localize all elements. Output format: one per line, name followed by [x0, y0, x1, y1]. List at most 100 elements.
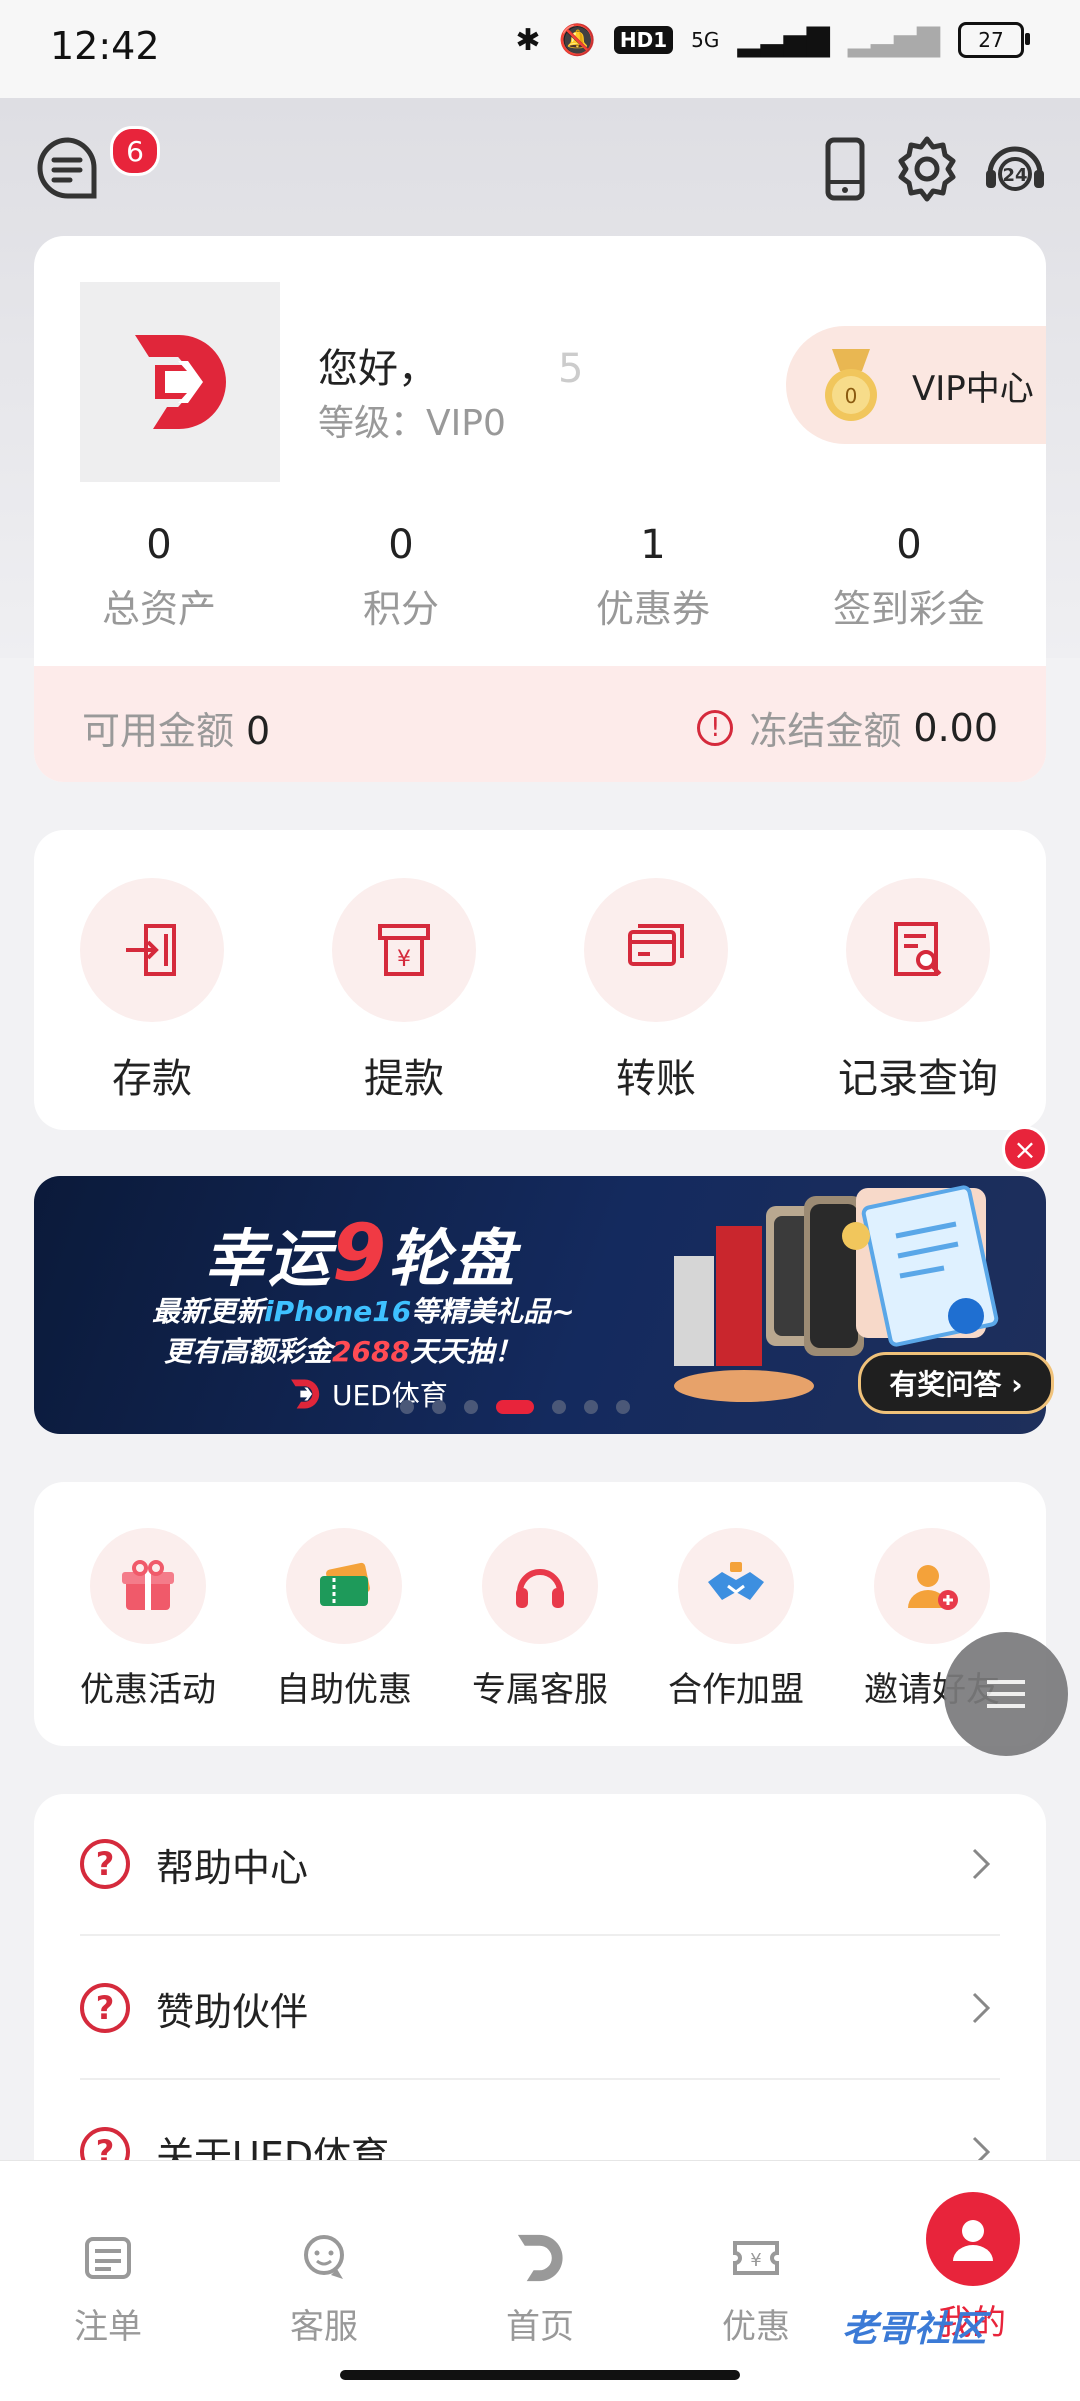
watermark: 老哥社区 — [842, 2309, 987, 2350]
settings-button[interactable] — [892, 134, 962, 204]
level-text: 等级：VIP0 — [318, 403, 506, 444]
user-icon[interactable] — [926, 2192, 1020, 2286]
avatar[interactable] — [80, 282, 280, 482]
stat-signin-bonus[interactable]: 0 签到彩金 — [804, 522, 1014, 633]
banner-title-b: 轮盘 — [388, 1222, 517, 1295]
network-label: 5G — [691, 28, 720, 52]
banner-line1-a: 最新更新 — [152, 1295, 265, 1328]
stat-label: 总资产 — [101, 587, 216, 631]
home-logo-icon — [517, 2234, 563, 2282]
question-icon: ? — [80, 1983, 130, 2033]
partnership-label: 合作加盟 — [668, 1670, 804, 1710]
tab-label: 注单 — [74, 2307, 142, 2347]
tab-promo[interactable]: ¥ 优惠 — [676, 2231, 836, 2348]
home-indicator[interactable] — [340, 2370, 740, 2380]
svg-text:¥: ¥ — [750, 2250, 761, 2271]
message-icon — [37, 137, 97, 199]
withdraw-icon: ¥ — [332, 878, 476, 1022]
banner-line2-b: 天天抽！ — [409, 1335, 522, 1368]
battery-icon: 27 — [958, 22, 1030, 58]
pagination-dot-active[interactable] — [496, 1400, 534, 1414]
bluetooth-icon: ✱ — [515, 22, 541, 58]
banner-title: 幸运9轮盘 — [204, 1208, 516, 1299]
phone-button[interactable] — [810, 134, 880, 204]
self-service-bonus-label: 自助优惠 — [276, 1670, 412, 1710]
exclusive-support-button[interactable]: 专属客服 — [452, 1528, 628, 1711]
banner-pagination — [400, 1400, 630, 1414]
banner-line1-highlight: iPhone16 — [264, 1295, 412, 1328]
menu-help-center[interactable]: ? 帮助中心 — [80, 1794, 1000, 1936]
status-icons: ✱ 🔕 HD1 5G ▂▃▅▇ ▂▃▅▇ 27 — [515, 22, 1030, 58]
deposit-button[interactable]: 存款 — [62, 878, 242, 1104]
stat-points[interactable]: 0 积分 — [306, 522, 496, 633]
tab-service[interactable]: 客服 — [244, 2231, 404, 2348]
promotions-label: 优惠活动 — [80, 1670, 216, 1710]
stat-label: 签到彩金 — [832, 587, 985, 631]
signal2-icon: ▂▃▅▇ — [847, 22, 940, 58]
pagination-dot[interactable] — [432, 1400, 446, 1414]
username-tail: 5 — [558, 346, 584, 392]
deposit-icon — [80, 878, 224, 1022]
transfer-button[interactable]: 转账 — [566, 878, 746, 1104]
ticket-icon — [286, 1528, 402, 1644]
svg-text:24: 24 — [1002, 165, 1027, 186]
transfer-label: 转账 — [616, 1056, 696, 1102]
banner-title-a: 幸运 — [204, 1222, 333, 1295]
ued-logo-small-icon — [291, 1379, 320, 1409]
handshake-icon — [678, 1528, 794, 1644]
status-bar: 12:42 ✱ 🔕 HD1 5G ▂▃▅▇ ▂▃▅▇ 27 — [0, 0, 1080, 98]
battery-level: 27 — [978, 28, 1004, 52]
tab-home[interactable]: 首页 — [460, 2231, 620, 2348]
messages-button[interactable]: 6 — [34, 126, 160, 202]
menu-sponsors[interactable]: ? 赞助伙伴 — [80, 1938, 1000, 2080]
partnership-button[interactable]: 合作加盟 — [648, 1528, 824, 1711]
pagination-dot[interactable] — [584, 1400, 598, 1414]
stat-label: 优惠券 — [595, 587, 710, 631]
greeting-label: 您好， — [318, 346, 438, 392]
profile-card: 您好， 5 等级：VIP0 0 VIP中心 0 总资产 0 积分 1 优惠券 0 … — [34, 236, 1046, 782]
tab-bets[interactable]: 注单 — [28, 2231, 188, 2348]
pagination-dot[interactable] — [464, 1400, 478, 1414]
stat-total-assets[interactable]: 0 总资产 — [64, 522, 254, 633]
quiz-button[interactable]: 有奖问答 › — [858, 1352, 1054, 1414]
question-icon: ? — [80, 1839, 130, 1889]
banner-title-nine: 9 — [332, 1209, 389, 1299]
chevron-right-icon — [972, 1992, 991, 2024]
wallet-actions-card: 存款 ¥ 提款 转账 记录查询 — [34, 830, 1046, 1130]
tab-label: 优惠 — [722, 2307, 790, 2347]
vip-center-button[interactable]: 0 VIP中心 — [786, 326, 1046, 444]
support-24-button[interactable]: 24 — [980, 134, 1050, 204]
close-quiz-button[interactable]: × — [1002, 1126, 1048, 1172]
self-service-bonus-button[interactable]: 自助优惠 — [256, 1528, 432, 1711]
menu-label: 帮助中心 — [156, 1845, 309, 1890]
tab-label: 首页 — [506, 2307, 574, 2347]
records-icon — [846, 878, 990, 1022]
service-icon — [304, 2235, 344, 2279]
promotions-button[interactable]: 优惠活动 — [60, 1528, 236, 1711]
greeting-text: 您好， 5 — [318, 336, 583, 394]
transfer-icon — [584, 878, 728, 1022]
info-icon: ! — [697, 709, 734, 746]
vip-medal-icon: 0 — [825, 349, 877, 421]
banner-line-1: 最新更新iPhone16等精美礼品~ — [152, 1290, 575, 1330]
hd-badge: HD1 — [613, 26, 674, 54]
ued-logo-icon — [135, 335, 226, 429]
menu-label: 赞助伙伴 — [156, 1989, 309, 2034]
stat-coupons[interactable]: 1 优惠券 — [558, 522, 748, 633]
pagination-dot[interactable] — [400, 1400, 414, 1414]
pagination-dot[interactable] — [552, 1400, 566, 1414]
top-toolbar: 6 24 — [0, 120, 1080, 220]
svg-text:¥: ¥ — [397, 947, 411, 972]
pagination-dot[interactable] — [616, 1400, 630, 1414]
frozen-label: 冻结金额 — [749, 709, 902, 753]
floating-menu-button[interactable] — [944, 1632, 1068, 1756]
hamburger-icon — [987, 1680, 1025, 1708]
stat-value: 0 — [896, 522, 922, 568]
stat-value: 0 — [146, 522, 172, 568]
mobile-icon — [825, 137, 865, 201]
frozen-balance[interactable]: ! 冻结金额 0.00 — [697, 700, 998, 755]
gift-icon — [90, 1528, 206, 1644]
vip-center-label: VIP中心 — [912, 368, 1034, 409]
withdraw-button[interactable]: ¥ 提款 — [314, 878, 494, 1104]
records-button[interactable]: 记录查询 — [828, 878, 1008, 1104]
